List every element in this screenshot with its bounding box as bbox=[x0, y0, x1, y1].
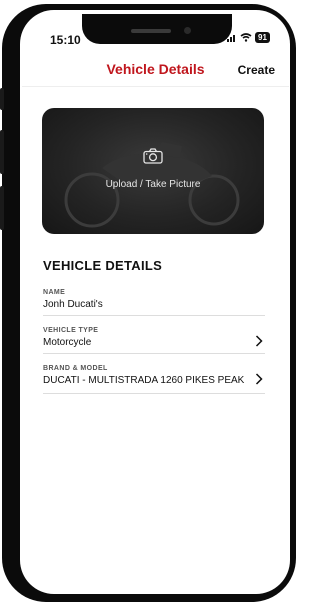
status-time: 15:10 bbox=[50, 33, 81, 47]
chevron-right-icon[interactable] bbox=[255, 373, 263, 385]
side-button-mute bbox=[0, 88, 4, 110]
chevron-right-icon[interactable] bbox=[255, 335, 263, 347]
side-button-volume-up bbox=[0, 130, 4, 174]
wifi-icon bbox=[240, 33, 252, 42]
front-camera bbox=[184, 27, 191, 34]
brand-model-field[interactable]: BRAND & MODEL DUCATI - MULTISTRADA 1260 … bbox=[43, 365, 265, 394]
side-button-volume-down bbox=[0, 186, 4, 230]
vehicle-type-field[interactable]: VEHICLE TYPE Motorcycle bbox=[43, 327, 265, 354]
signal-icon bbox=[227, 34, 235, 42]
field-label: VEHICLE TYPE bbox=[43, 327, 99, 334]
field-value: Motorcycle bbox=[43, 337, 92, 348]
field-value: DUCATI - MULTISTRADA 1260 PIKES PEAK bbox=[43, 375, 245, 386]
field-label: NAME bbox=[43, 289, 66, 296]
nav-divider bbox=[22, 86, 289, 87]
name-field[interactable]: NAME Jonh Ducati's bbox=[43, 289, 265, 316]
section-title: VEHICLE DETAILS bbox=[43, 258, 163, 273]
speaker bbox=[131, 29, 171, 33]
camera-icon bbox=[143, 148, 163, 164]
upload-label: Upload / Take Picture bbox=[105, 179, 201, 190]
upload-photo-card[interactable]: Upload / Take Picture bbox=[42, 108, 264, 234]
field-value: Jonh Ducati's bbox=[43, 299, 103, 310]
battery-indicator: 91 bbox=[255, 32, 270, 43]
create-button[interactable]: Create bbox=[238, 63, 275, 77]
motorcycle-silhouette bbox=[64, 142, 240, 228]
field-label: BRAND & MODEL bbox=[43, 365, 108, 372]
status-icons: 91 bbox=[227, 32, 270, 43]
